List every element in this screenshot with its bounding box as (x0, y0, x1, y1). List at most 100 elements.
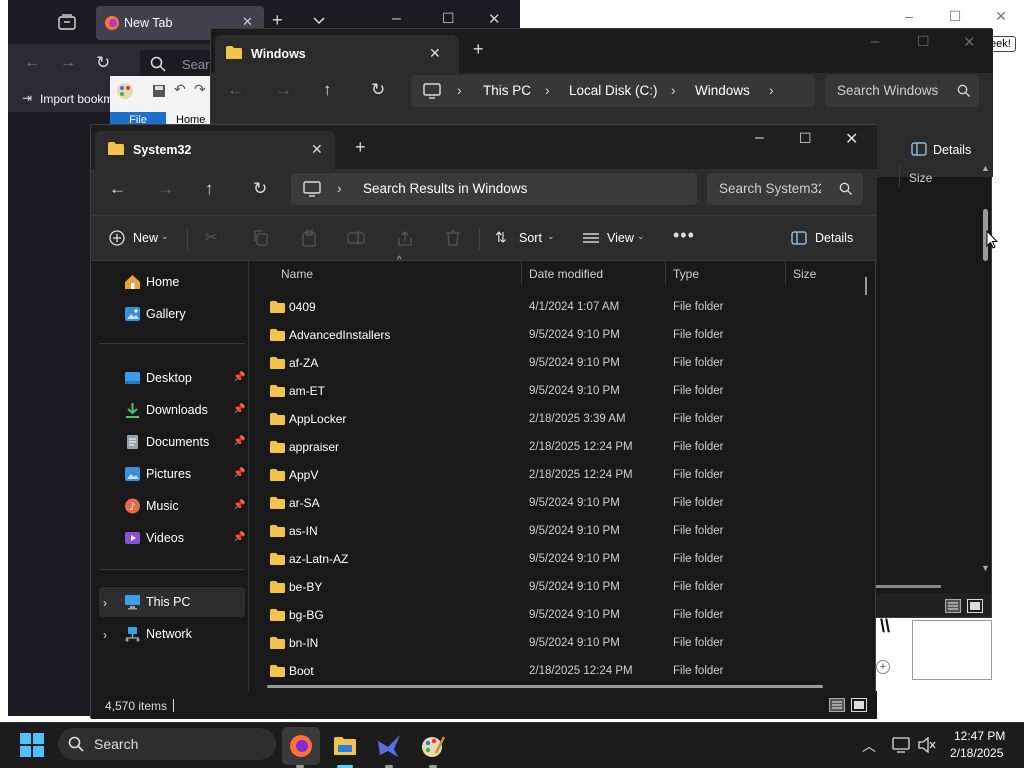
windows-maximize-icon[interactable]: ☐ (917, 33, 930, 50)
breadcrumb-windows[interactable]: Windows (695, 83, 750, 98)
paint-save-icon[interactable] (152, 84, 166, 98)
chevron-down-icon[interactable] (312, 16, 326, 26)
windows-search-box[interactable]: Search Windows (825, 75, 979, 107)
forward-icon[interactable]: → (60, 54, 76, 72)
browser-maximize-icon[interactable]: ☐ (442, 10, 455, 27)
sidebar-item-videos[interactable]: Videos 📌 (99, 523, 245, 553)
size-column-header[interactable]: Size (909, 171, 932, 185)
pin-icon[interactable]: 📌 (233, 500, 245, 511)
zoom-in-icon[interactable]: + (876, 660, 890, 674)
details-button[interactable]: Details (785, 224, 869, 252)
browser-close-icon[interactable]: ✕ (488, 10, 501, 28)
file-row[interactable]: AdvancedInstallers 9/5/2024 9:10 PM File f… (251, 321, 869, 349)
view-button[interactable]: View ⌄ (577, 224, 655, 252)
import-bookmarks-link[interactable]: Import bookm (40, 92, 113, 106)
paint-redo-icon[interactable]: ↷ (194, 81, 206, 98)
file-row[interactable]: AppLocker 2/18/2025 3:39 AM File folder (251, 405, 869, 433)
bg-close-button[interactable]: ✕ (978, 4, 1024, 28)
scroll-up-icon[interactable]: ▲ (981, 163, 990, 173)
copy-icon[interactable] (253, 230, 269, 246)
new-button[interactable]: New ⌄ (101, 224, 175, 252)
taskbar-paint-button[interactable] (414, 727, 452, 765)
pin-icon[interactable]: 📌 (233, 404, 245, 415)
sidebar-item-music[interactable]: ♪ Music 📌 (99, 491, 245, 521)
file-row[interactable]: be-BY 9/5/2024 9:10 PM File folder (251, 573, 869, 601)
refresh-icon[interactable]: ↻ (371, 80, 385, 100)
clock-time[interactable]: 12:47 PM (954, 729, 1005, 743)
system32-address-bar[interactable]: › Search Results in Windows (291, 173, 697, 205)
bg-maximize-button[interactable]: ☐ (932, 4, 978, 28)
scroll-down-icon[interactable]: ▼ (981, 563, 990, 573)
column-divider[interactable] (665, 261, 666, 285)
column-type[interactable]: Type (673, 267, 699, 281)
sort-button[interactable]: ⇅ Sort ⌄ (489, 224, 563, 252)
cut-icon[interactable]: ✂ (205, 228, 218, 246)
sidebar-item-pictures[interactable]: Pictures 📌 (99, 459, 245, 489)
sidebar-item-downloads[interactable]: Downloads 📌 (99, 395, 245, 425)
file-row[interactable]: 0409 4/1/2024 1:07 AM File folder (251, 293, 869, 321)
show-hidden-icons-chevron[interactable]: ︿ (862, 736, 876, 756)
sidebar-item-gallery[interactable]: Gallery (99, 299, 245, 329)
paste-icon[interactable] (301, 230, 317, 247)
system32-close-icon[interactable]: ✕ (845, 129, 858, 149)
forward-icon[interactable]: → (275, 80, 292, 100)
file-row[interactable]: af-ZA 9/5/2024 9:10 PM File folder (251, 349, 869, 377)
file-row[interactable]: as-IN 9/5/2024 9:10 PM File folder (251, 517, 869, 545)
system32-maximize-icon[interactable]: ☐ (799, 130, 812, 147)
taskbar-firefox-button[interactable] (282, 727, 320, 765)
breadcrumb-this-pc[interactable]: This PC (483, 83, 531, 98)
new-tab-icon[interactable]: + (473, 39, 484, 60)
pin-icon[interactable]: 📌 (233, 532, 245, 543)
new-tab-icon[interactable]: + (355, 137, 366, 158)
file-row[interactable]: am-ET 9/5/2024 9:10 PM File folder (251, 377, 869, 405)
windows-close-icon[interactable]: ✕ (963, 33, 976, 51)
column-size[interactable]: Size (793, 267, 816, 281)
file-row[interactable]: Boot 2/18/2025 12:24 PM File folder (251, 657, 869, 685)
windows-address-bar[interactable]: › This PC › Local Disk (C:) › Windows › (411, 75, 815, 107)
tiles-view-icon[interactable] (967, 599, 983, 613)
windows-details-button[interactable]: Details (933, 143, 971, 157)
chevron-right-icon[interactable]: › (103, 596, 107, 610)
system32-tab[interactable]: System32 ✕ (95, 131, 335, 169)
file-row[interactable]: ar-SA 9/5/2024 9:10 PM File folder (251, 489, 869, 517)
windows-minimize-icon[interactable]: – (871, 33, 879, 50)
breadcrumb-local-disk[interactable]: Local Disk (C:) (569, 83, 658, 98)
refresh-icon[interactable]: ↻ (253, 179, 267, 199)
file-row[interactable]: appraiser 2/18/2025 12:24 PM File folder (251, 433, 869, 461)
sidebar-item-documents[interactable]: Documents 📌 (99, 427, 245, 457)
back-icon[interactable]: ← (227, 80, 244, 100)
system32-search-box[interactable]: Search System32 (707, 173, 863, 205)
forward-icon[interactable]: → (157, 179, 174, 199)
details-view-icon[interactable] (829, 698, 845, 712)
taskbar-app-bird-button[interactable] (370, 727, 408, 765)
browser-minimize-icon[interactable]: – (392, 10, 401, 28)
close-tab-icon[interactable]: ✕ (429, 45, 441, 62)
file-row[interactable]: AppV 2/18/2025 12:24 PM File folder (251, 461, 869, 489)
horizontal-scrollbar-thumb[interactable] (267, 685, 823, 688)
taskbar-search-box[interactable]: Search (58, 728, 276, 760)
file-row[interactable]: bg-BG 9/5/2024 9:10 PM File folder (251, 601, 869, 629)
paint-undo-icon[interactable]: ↶ (174, 81, 186, 98)
column-date-modified[interactable]: Date modified (529, 267, 603, 281)
pin-icon[interactable]: 📌 (233, 436, 245, 447)
volume-muted-icon[interactable] (918, 737, 936, 753)
share-icon[interactable] (397, 230, 413, 246)
pin-icon[interactable]: 📌 (233, 372, 245, 383)
clock-date[interactable]: 2/18/2025 (950, 746, 1003, 760)
close-tab-icon[interactable]: ✕ (311, 141, 323, 158)
details-view-icon[interactable] (945, 599, 961, 613)
back-icon[interactable]: ← (109, 179, 126, 199)
tab-overview-icon[interactable] (58, 14, 76, 30)
file-row[interactable]: az-Latn-AZ 9/5/2024 9:10 PM File folder (251, 545, 869, 573)
sidebar-item-network[interactable]: › Network (99, 619, 245, 649)
start-button[interactable] (20, 733, 44, 757)
tiles-view-icon[interactable] (851, 698, 867, 712)
chevron-right-icon[interactable]: › (103, 628, 107, 642)
delete-icon[interactable] (445, 230, 461, 246)
column-name[interactable]: Name (281, 267, 313, 281)
sidebar-item-desktop[interactable]: Desktop 📌 (99, 363, 245, 393)
column-divider[interactable] (521, 261, 522, 285)
reload-icon[interactable]: ↻ (96, 53, 110, 73)
more-options-icon[interactable]: ••• (673, 225, 695, 246)
windows-hscrollbar[interactable] (875, 585, 941, 588)
